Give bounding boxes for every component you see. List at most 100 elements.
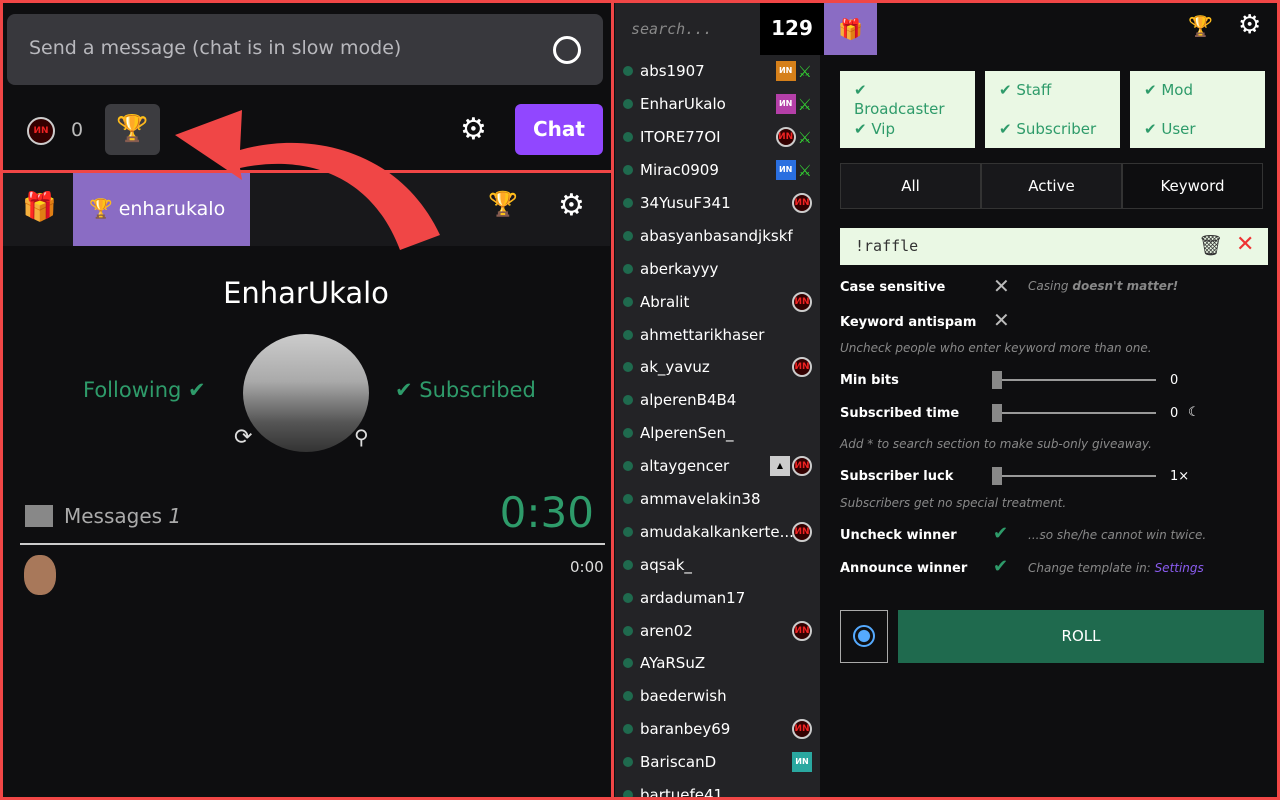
trophy-list-icon[interactable]: 🏆 — [488, 190, 518, 218]
role-vip[interactable]: ✔ Vip — [854, 120, 961, 159]
user-list-item[interactable]: EnharUkalo ИN ⚔ — [615, 88, 820, 121]
min-bits-slider[interactable] — [992, 371, 1156, 389]
username: AYaRSuZ — [640, 654, 706, 673]
emote-icon[interactable] — [553, 36, 581, 64]
trash-icon[interactable]: 🗑 — [1198, 233, 1223, 257]
username: abasyanbasandjkskf — [640, 226, 793, 245]
search-icon[interactable]: ⚲ — [354, 425, 369, 449]
role-label: Subscriber — [1016, 120, 1097, 138]
slider-thumb[interactable] — [992, 467, 1002, 485]
channel-points-icon[interactable]: ИN — [27, 117, 55, 145]
role-label: Staff — [1016, 81, 1052, 99]
trophy-list-icon-right[interactable]: 🏆 — [1188, 14, 1213, 38]
user-badges: ИN — [792, 193, 812, 213]
role-user[interactable]: ✔ User — [1144, 120, 1251, 159]
avatar[interactable] — [243, 334, 369, 452]
settings-icon[interactable]: ⚙ — [558, 188, 585, 223]
keyword-input[interactable]: !raffle 🗑 ✕ — [840, 228, 1268, 265]
user-list-item[interactable]: altaygencer ▲ ИN — [615, 450, 820, 483]
user-list-item[interactable]: abasyanbasandjkskf — [615, 219, 820, 252]
user-list-item[interactable]: bartuefe41 — [615, 779, 820, 800]
username: baranbey69 — [640, 720, 731, 739]
user-list-item[interactable]: aren02 ИN — [615, 614, 820, 647]
chat-send-button[interactable]: Chat — [515, 104, 603, 155]
user-list-item[interactable]: Mirac0909 ИN ⚔ — [615, 154, 820, 187]
uncheck-winner-hint: ...so she/he cannot win twice. — [1028, 528, 1207, 542]
user-list-item[interactable]: baederwish — [615, 680, 820, 713]
username: bartuefe41 — [640, 786, 724, 800]
user-list-item[interactable]: ak_yavuz ИN — [615, 351, 820, 384]
sword-icon: ⚔ — [797, 61, 812, 81]
slider-thumb[interactable] — [992, 404, 1002, 422]
user-list-item[interactable]: Abralit ИN — [615, 285, 820, 318]
username: altaygencer — [640, 457, 730, 476]
online-dot-icon — [623, 263, 633, 274]
user-list-item[interactable]: AlperenSen_ — [615, 417, 820, 450]
username: amudakalkankerte... — [640, 522, 794, 541]
sword-icon: ⚔ — [797, 94, 812, 114]
user-list-item[interactable]: alperenB4B4 — [615, 384, 820, 417]
user-list-item[interactable]: abs1907 ИN ⚔ — [615, 55, 820, 88]
chat-settings-icon[interactable]: ⚙ — [460, 112, 487, 147]
message-time: 0:00 — [570, 558, 604, 576]
sword-icon: ⚔ — [797, 127, 812, 147]
role-mod[interactable]: ✔ Mod — [1144, 81, 1251, 120]
user-badges: ИN ⚔ — [775, 94, 812, 115]
settings-icon-right[interactable]: ⚙ — [1238, 10, 1261, 40]
subscribed-time-slider[interactable] — [992, 404, 1156, 422]
user-list-item[interactable]: AYaRSuZ — [615, 647, 820, 680]
user-list-item[interactable]: ammavelakin38 — [615, 483, 820, 516]
announce-winner-label: Announce winner — [840, 561, 968, 576]
role-filter-group-1[interactable]: ✔ Broadcaster ✔ Vip — [840, 71, 975, 148]
username: ahmettarikhaser — [640, 325, 765, 344]
annotation-arrow — [175, 110, 440, 250]
search-input[interactable]: search... — [615, 3, 760, 55]
user-list-item[interactable]: aqsak_ — [615, 548, 820, 581]
user-list-item[interactable]: 34YusuF341 ИN — [615, 187, 820, 220]
trophy-button[interactable]: 🏆 — [105, 104, 160, 155]
announce-winner-toggle[interactable]: ✔ — [993, 556, 1008, 577]
messages-header: Messages 1 — [64, 504, 181, 528]
user-list[interactable]: abs1907 ИN ⚔ EnharUkalo ИN ⚔ ITORE77OI ИN ⚔ Mirac… — [615, 55, 820, 800]
tab-keyword[interactable]: Keyword — [1122, 163, 1263, 209]
role-broadcaster[interactable]: ✔ Broadcaster — [854, 81, 961, 120]
keyword-antispam-label: Keyword antispam — [840, 315, 977, 330]
user-list-item[interactable]: amudakalkankerte... ИN — [615, 515, 820, 548]
tab-all[interactable]: All — [840, 163, 981, 209]
tab-active[interactable]: Active — [981, 163, 1122, 209]
online-dot-icon — [623, 296, 633, 307]
role-staff[interactable]: ✔ Staff — [999, 81, 1106, 120]
role-subscriber[interactable]: ✔ Subscriber — [999, 120, 1106, 159]
subscribed-time-hint: Add * to search section to make sub-only… — [840, 437, 1152, 451]
username: ak_yavuz — [640, 358, 710, 377]
refresh-icon[interactable]: ⟳ — [234, 425, 252, 450]
user-list-item[interactable]: ITORE77OI ИN ⚔ — [615, 121, 820, 154]
gift-tab-icon[interactable]: 🎁 — [824, 3, 877, 55]
keyword-antispam-toggle[interactable]: ✕ — [993, 308, 1010, 332]
slider-thumb[interactable] — [992, 371, 1002, 389]
roll-button[interactable]: ROLL — [898, 610, 1264, 663]
clear-icon[interactable]: ✕ — [1236, 232, 1254, 257]
radio-button[interactable] — [840, 610, 888, 663]
user-badges: ИN — [792, 357, 812, 378]
role-filter-group-2[interactable]: ✔ Staff ✔ Subscriber — [985, 71, 1120, 148]
messages-count: 1 — [168, 504, 182, 528]
gift-icon[interactable]: 🎁 — [22, 190, 57, 223]
user-list-item[interactable]: ardaduman17 — [615, 581, 820, 614]
online-dot-icon — [623, 99, 633, 110]
role-label: Mod — [1161, 81, 1193, 99]
user-list-item[interactable]: ahmettarikhaser — [615, 318, 820, 351]
settings-link[interactable]: Settings — [1155, 561, 1204, 575]
online-dot-icon — [623, 724, 633, 735]
case-sensitive-toggle[interactable]: ✕ — [993, 274, 1010, 298]
user-list-item[interactable]: BariscanD ИN — [615, 746, 820, 779]
chat-input[interactable]: Send a message (chat is in slow mode) — [7, 14, 603, 85]
online-dot-icon — [623, 494, 633, 505]
subscriber-luck-slider[interactable] — [992, 467, 1156, 485]
online-dot-icon — [623, 461, 633, 472]
user-list-item[interactable]: baranbey69 ИN — [615, 713, 820, 746]
user-list-item[interactable]: aberkayyy — [615, 252, 820, 285]
moon-icon: ☾ — [1188, 405, 1200, 420]
role-filter-group-3[interactable]: ✔ Mod ✔ User — [1130, 71, 1265, 148]
uncheck-winner-toggle[interactable]: ✔ — [993, 523, 1008, 544]
